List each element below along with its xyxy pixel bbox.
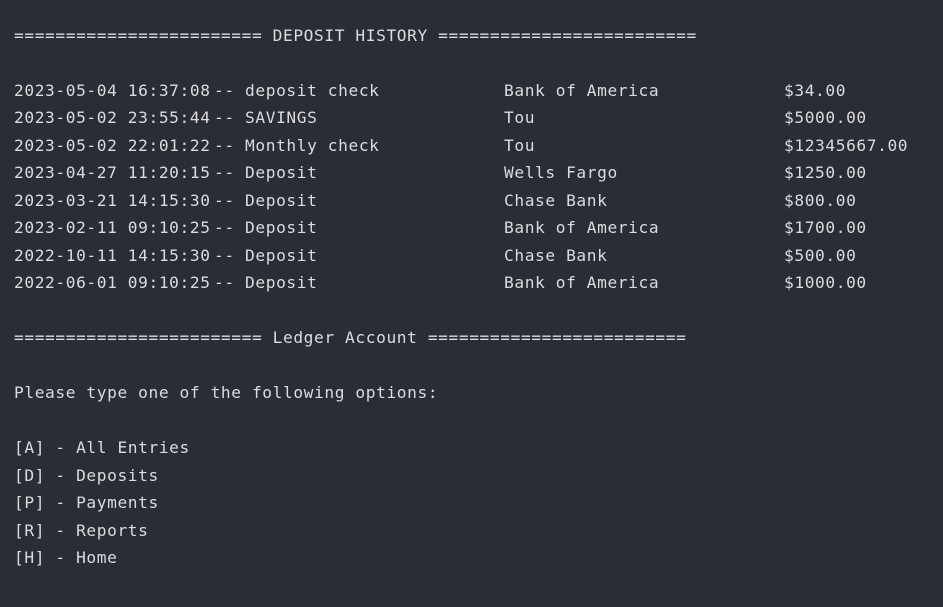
deposit-amount: $1700.00 bbox=[784, 218, 867, 237]
deposit-timestamp: 2023-05-02 22:01:22 bbox=[14, 136, 211, 155]
deposit-timestamp: 2023-02-11 09:10:25 bbox=[14, 218, 211, 237]
deposit-description: -- Deposit bbox=[214, 273, 318, 292]
deposit-vendor: Tou bbox=[504, 136, 536, 155]
deposit-amount: $12345667.00 bbox=[784, 136, 909, 155]
deposit-timestamp: 2022-10-11 14:15:30 bbox=[14, 246, 211, 265]
deposit-description: -- Monthly check bbox=[214, 136, 380, 155]
option-all-entries: [A] - All Entries bbox=[14, 438, 190, 457]
deposit-timestamp: 2023-03-21 14:15:30 bbox=[14, 191, 211, 210]
option-payments: [P] - Payments bbox=[14, 493, 159, 512]
deposit-amount: $500.00 bbox=[784, 246, 857, 265]
options-prompt: Please type one of the following options… bbox=[14, 383, 439, 402]
deposit-amount: $34.00 bbox=[784, 81, 847, 100]
ledger-account-header: ======================== Ledger Account … bbox=[14, 328, 687, 347]
deposit-timestamp: 2022-06-01 09:10:25 bbox=[14, 273, 211, 292]
deposit-vendor: Tou bbox=[504, 108, 536, 127]
deposit-amount: $1250.00 bbox=[784, 163, 867, 182]
deposit-description: -- Deposit bbox=[214, 246, 318, 265]
deposit-vendor: Bank of America bbox=[504, 218, 660, 237]
deposit-description: -- Deposit bbox=[214, 218, 318, 237]
deposit-description: -- deposit check bbox=[214, 81, 380, 100]
option-reports: [R] - Reports bbox=[14, 521, 149, 540]
deposit-description: -- Deposit bbox=[214, 191, 318, 210]
deposit-history-header: ======================== DEPOSIT HISTORY… bbox=[14, 26, 697, 45]
deposit-vendor: Chase Bank bbox=[504, 246, 608, 265]
option-deposits: [D] - Deposits bbox=[14, 466, 159, 485]
deposit-timestamp: 2023-04-27 11:20:15 bbox=[14, 163, 211, 182]
deposit-amount: $5000.00 bbox=[784, 108, 867, 127]
deposit-amount: $1000.00 bbox=[784, 273, 867, 292]
terminal-output[interactable]: ======================== DEPOSIT HISTORY… bbox=[0, 0, 943, 607]
deposit-amount: $800.00 bbox=[784, 191, 857, 210]
deposit-vendor: Wells Fargo bbox=[504, 163, 618, 182]
deposit-timestamp: 2023-05-04 16:37:08 bbox=[14, 81, 211, 100]
deposit-vendor: Bank of America bbox=[504, 273, 660, 292]
option-home: [H] - Home bbox=[14, 548, 118, 567]
deposit-timestamp: 2023-05-02 23:55:44 bbox=[14, 108, 211, 127]
deposit-description: -- Deposit bbox=[214, 163, 318, 182]
deposit-vendor: Bank of America bbox=[504, 81, 660, 100]
deposit-description: -- SAVINGS bbox=[214, 108, 318, 127]
deposit-vendor: Chase Bank bbox=[504, 191, 608, 210]
